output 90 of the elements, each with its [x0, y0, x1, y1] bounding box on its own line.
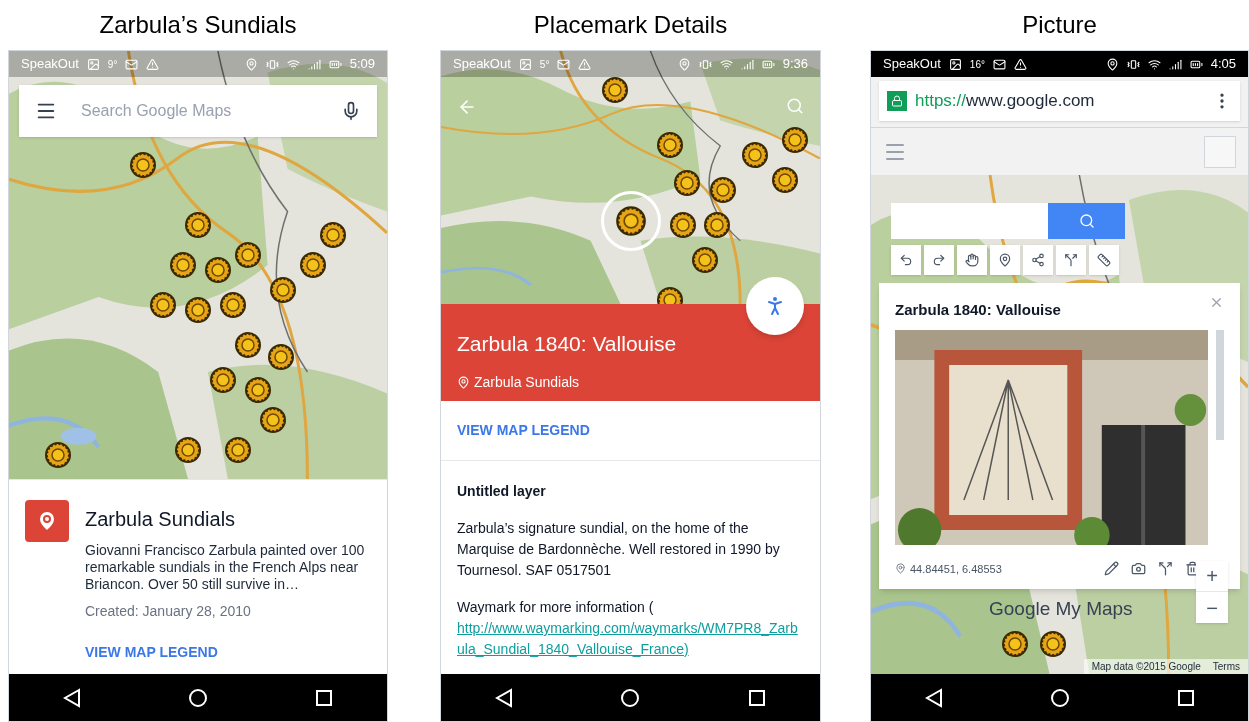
sundial-marker-icon[interactable] [209, 366, 237, 394]
clock: 9:36 [782, 55, 808, 74]
section-title: Untitled layer [457, 482, 547, 501]
sundial-marker-icon[interactable] [691, 246, 719, 274]
home-icon[interactable] [1049, 687, 1070, 708]
address-bar[interactable]: https://www.google.com [879, 81, 1240, 121]
warning-icon [1013, 57, 1027, 71]
sundial-marker-icon[interactable] [299, 251, 327, 279]
mail-icon [992, 57, 1006, 71]
microphone-icon[interactable] [341, 101, 361, 121]
sundial-marker-icon[interactable] [149, 291, 177, 319]
url-host: www.google.com [966, 90, 1096, 113]
clock: 4:05 [1210, 55, 1236, 74]
vibrate-icon [698, 57, 712, 71]
location-icon [244, 57, 258, 71]
sundial-marker-icon[interactable] [204, 256, 232, 284]
signal-icon [1168, 57, 1182, 71]
sundial-marker-icon[interactable] [319, 221, 347, 249]
sundial-marker-icon[interactable] [174, 436, 202, 464]
app-name: SpeakOut [21, 55, 79, 74]
sundial-marker-icon[interactable] [234, 241, 262, 269]
sundial-marker-icon[interactable] [781, 126, 809, 154]
sundial-marker-icon[interactable] [267, 343, 295, 371]
placemark-title: Zarbula 1840: Vallouise [457, 331, 678, 357]
description: Zarbula’s signature sundial, on the home of the Marquise de Bardonnèche. Well restored in 1990 by Tournesol. SAF 0517501 [457, 519, 781, 580]
sundial-marker-icon[interactable] [234, 331, 262, 359]
temperature: 5° [539, 57, 550, 72]
sundial-marker-icon[interactable] [709, 176, 737, 204]
url-scheme: https:// [915, 90, 967, 113]
mail-icon [557, 57, 571, 71]
sundial-marker-icon[interactable] [224, 436, 252, 464]
sundial-marker-icon[interactable] [703, 211, 731, 239]
sundial-marker-icon[interactable] [656, 131, 684, 159]
vibrate-icon [265, 57, 279, 71]
recent-apps-icon[interactable] [1176, 688, 1195, 707]
sundial-marker-icon[interactable] [184, 211, 212, 239]
sundial-marker-icon[interactable] [184, 296, 212, 324]
image-icon [86, 57, 100, 71]
layer-icon [457, 375, 470, 389]
sundial-marker-icon[interactable] [601, 76, 629, 104]
sundial-marker-icon[interactable] [669, 211, 697, 239]
sundial-marker-icon[interactable] [269, 276, 297, 304]
sundial-marker-icon[interactable] [169, 251, 197, 279]
location-icon [677, 57, 691, 71]
recent-apps-icon[interactable] [315, 688, 334, 707]
created-date: Created: January 28, 2010 [85, 602, 252, 621]
image-icon [518, 57, 532, 71]
home-icon[interactable] [620, 687, 641, 708]
legend-link[interactable]: VIEW MAP LEGEND [85, 642, 370, 663]
wifi-icon [286, 57, 300, 71]
vibrate-icon [1126, 57, 1140, 71]
search-placeholder: Search Google Maps [81, 101, 233, 121]
signal-icon [740, 57, 754, 71]
lock-icon [887, 91, 907, 111]
sundial-marker-icon[interactable] [673, 169, 701, 197]
home-icon[interactable] [188, 687, 208, 708]
signal-icon [307, 57, 321, 71]
sundial-marker-icon[interactable] [44, 441, 72, 469]
sundial-marker-icon[interactable] [129, 151, 157, 179]
sundial-marker-icon[interactable] [244, 376, 272, 404]
app-name: SpeakOut [453, 55, 511, 74]
clock: 5:09 [349, 55, 375, 74]
warning-icon [146, 57, 160, 71]
sundial-marker-icon[interactable] [741, 141, 769, 169]
card-description: Giovanni Francisco Zarbula painted over 100 remarkable sundials in the French Alps near Briancon. Over 50 still survive in… [85, 542, 366, 593]
temperature: 16° [969, 57, 985, 72]
sundial-marker-icon[interactable] [771, 166, 799, 194]
location-icon [1105, 57, 1119, 71]
image-icon [948, 57, 962, 71]
screenshot-caption: Picture [1022, 10, 1097, 40]
sundial-marker-icon[interactable] [259, 406, 287, 434]
legend-link[interactable]: VIEW MAP LEGEND [457, 420, 590, 441]
back-icon[interactable] [494, 687, 513, 708]
sundial-marker-icon[interactable] [219, 291, 247, 319]
screenshot-caption: Zarbula’s Sundials [99, 10, 297, 40]
card-title: Zarbula Sundials [85, 507, 237, 532]
screenshot-caption: Placemark Details [533, 10, 728, 40]
info-text: Waymark for more information ( [457, 598, 655, 617]
layer-name: Zarbula Sundials [474, 372, 580, 392]
temperature: 9° [107, 57, 118, 72]
mail-icon [125, 57, 139, 71]
app-name: SpeakOut [883, 55, 941, 74]
back-icon[interactable] [62, 687, 81, 708]
wifi-icon [1147, 57, 1161, 71]
warning-icon [578, 57, 592, 71]
back-icon[interactable] [924, 687, 943, 708]
wifi-icon [719, 57, 733, 71]
recent-apps-icon[interactable] [748, 688, 767, 707]
sundial-marker-icon[interactable] [615, 205, 647, 237]
map-icon [25, 500, 69, 542]
